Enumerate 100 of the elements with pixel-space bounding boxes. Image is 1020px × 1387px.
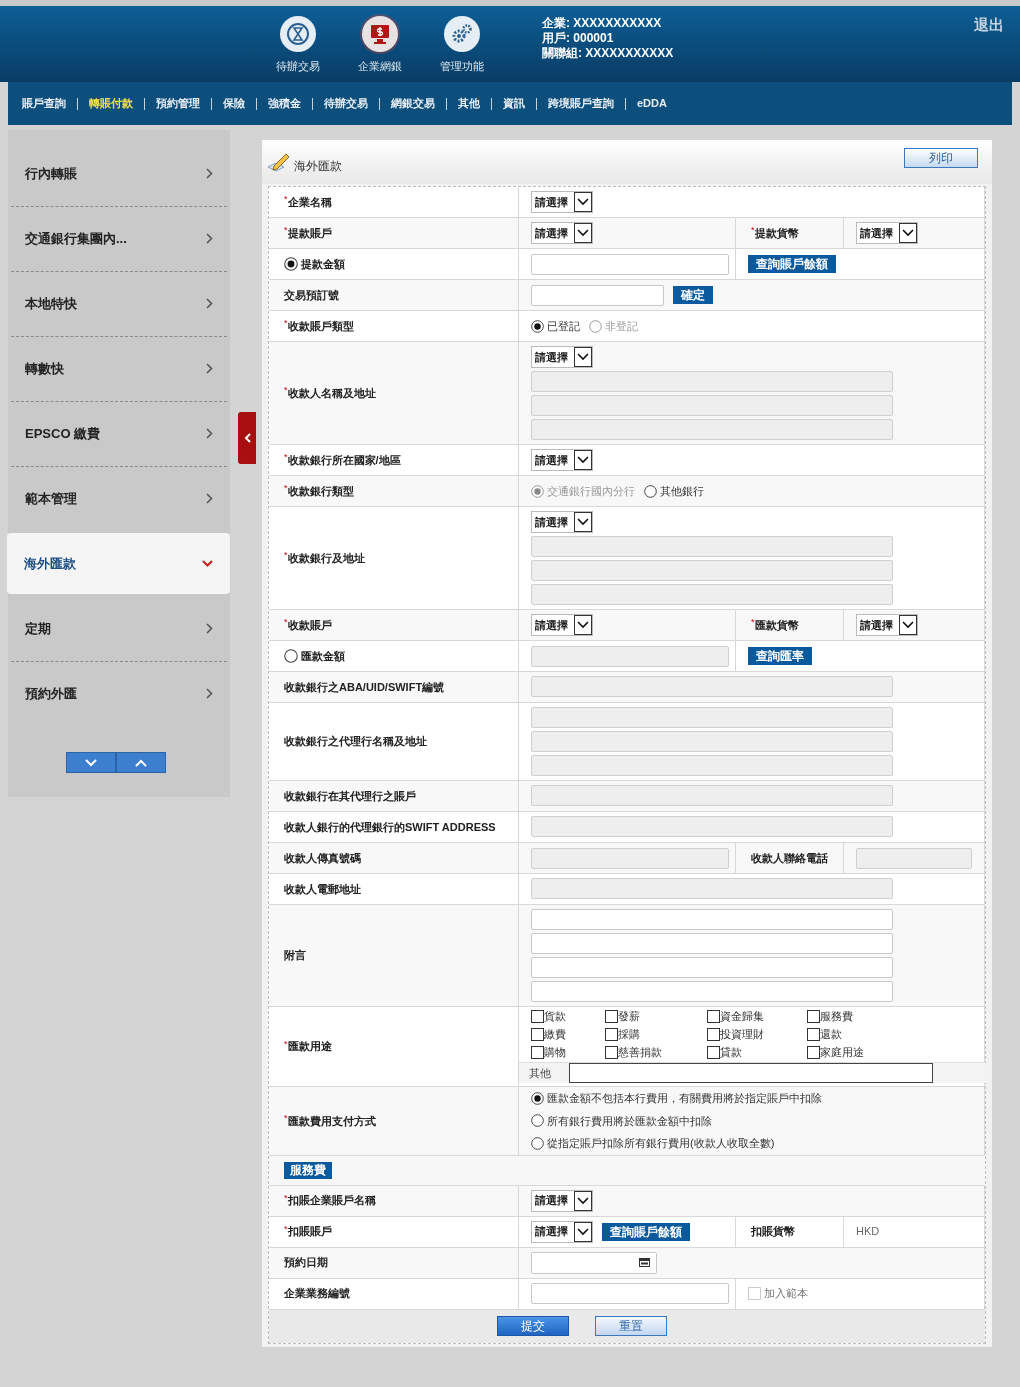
scroll-down-button[interactable]	[66, 752, 116, 773]
action-button[interactable]: 查詢匯率	[748, 647, 812, 665]
checkbox-option[interactable]: 還款	[807, 1028, 927, 1041]
required-mark: *	[284, 616, 288, 628]
field-label: 交易預訂號	[284, 287, 339, 303]
dropdown[interactable]: 請選擇	[531, 511, 593, 533]
checkbox-option[interactable]: 服務費	[807, 1010, 927, 1023]
dropdown[interactable]: 請選擇	[531, 1220, 593, 1243]
user-info: 關聯組: XXXXXXXXXXX	[542, 46, 674, 61]
required-mark: *	[284, 1037, 288, 1049]
checkbox-option[interactable]: 貸款	[707, 1046, 807, 1059]
chevron-up-icon	[135, 758, 147, 767]
action-button[interactable]: 查詢賬戶餘額	[602, 1222, 690, 1241]
caret-icon	[577, 621, 589, 629]
form-button[interactable]: 重置	[595, 1316, 667, 1336]
sidebar-item[interactable]: 定期	[8, 598, 230, 659]
nav-tab[interactable]: 預約管理	[156, 95, 200, 112]
radio-option[interactable]: 其他銀行	[644, 482, 704, 500]
field-label: 提款貨幣	[754, 225, 799, 241]
nav-tab[interactable]: 網銀交易	[391, 95, 435, 112]
caret-icon	[577, 353, 589, 361]
dropdown[interactable]: 請選擇	[531, 191, 593, 213]
dropdown[interactable]: 請選擇	[531, 1189, 593, 1212]
nav-tab[interactable]: 保險	[223, 95, 245, 112]
required-mark: *	[751, 224, 755, 236]
sidebar-item[interactable]: 範本管理	[8, 468, 230, 529]
checkbox-option[interactable]: 購物	[531, 1046, 605, 1059]
chevron-right-icon	[206, 168, 213, 179]
panel-title: 海外匯款	[294, 158, 342, 175]
checkbox-option[interactable]: 慈善捐款	[605, 1046, 707, 1059]
nav-tab[interactable]: 賬戶查詢	[22, 95, 66, 112]
sidebar-item[interactable]: 交通銀行集團內...	[8, 208, 230, 269]
chevron-right-icon	[206, 233, 213, 244]
nav-tab[interactable]: 待辦交易	[324, 95, 368, 112]
required-mark: *	[284, 384, 288, 396]
app-shortcut[interactable]: 企業網銀	[358, 16, 402, 82]
nav-tab[interactable]: 其他	[458, 95, 480, 112]
chevron-left-icon	[243, 433, 251, 443]
field-label: 匯款用途	[287, 1039, 332, 1055]
required-mark: *	[284, 549, 288, 561]
nav-tab[interactable]: 強積金	[268, 95, 301, 112]
app-shortcut[interactable]: 管理功能	[440, 16, 484, 82]
field-label: 收款銀行類型	[287, 483, 354, 499]
dropdown[interactable]: 請選擇	[856, 614, 918, 636]
checkbox-option[interactable]: 投資理財	[707, 1028, 807, 1041]
section-label: 服務費	[284, 1161, 332, 1179]
radio-option[interactable]: 所有銀行費用將於匯款金額中扣除	[531, 1112, 972, 1129]
checkbox-option[interactable]: 採購	[605, 1028, 707, 1041]
dropdown[interactable]: 請選擇	[531, 346, 593, 368]
required-mark: *	[284, 1191, 288, 1203]
logout-link[interactable]: 退出	[974, 14, 1004, 34]
other-label: 其他	[529, 1065, 552, 1081]
field-label: 收款銀行在其代理行之賬戶	[284, 788, 416, 804]
dropdown[interactable]: 請選擇	[531, 614, 593, 636]
date-field[interactable]	[531, 1251, 657, 1274]
checkbox-option[interactable]: 家庭用途	[807, 1046, 927, 1059]
user-info: 用戶: 000001	[542, 31, 615, 46]
nav-tab[interactable]: 資訊	[503, 95, 525, 112]
radio-option[interactable]: 匯款金額不包括本行費用，有關費用將於指定賬戶中扣除	[531, 1090, 972, 1107]
field-label: 企業業務編號	[284, 1286, 350, 1302]
nav-tab[interactable]: 跨境賬戶查詢	[548, 95, 614, 112]
checkbox-option[interactable]: 繳費	[531, 1028, 605, 1041]
user-info: 企業: XXXXXXXXXXX	[542, 16, 663, 31]
calendar-icon	[639, 1258, 650, 1267]
print-button[interactable]: 列印	[904, 148, 978, 168]
dropdown[interactable]: 請選擇	[856, 222, 918, 244]
sidebar-item[interactable]: 海外匯款	[7, 533, 230, 594]
checkbox-option[interactable]: 發薪	[605, 1010, 707, 1023]
sidebar-item[interactable]: 行內轉賬	[8, 143, 230, 204]
required-mark: *	[284, 193, 288, 205]
required-mark: *	[284, 317, 288, 329]
nav-tab[interactable]: eDDA	[637, 95, 667, 112]
caret-icon	[577, 198, 589, 206]
sidebar-item[interactable]: 本地特快	[8, 273, 230, 334]
dropdown[interactable]: 請選擇	[531, 449, 593, 471]
dropdown[interactable]: 請選擇	[531, 222, 593, 244]
field-label: 收款銀行及地址	[287, 550, 365, 566]
radio-option[interactable]: 從指定賬戶扣除所有銀行費用(收款人收取全數)	[531, 1135, 972, 1152]
app-shortcut[interactable]: 待辦交易	[276, 16, 320, 82]
sidebar-item[interactable]: EPSCO 繳費	[8, 403, 230, 464]
input-field[interactable]	[569, 1063, 933, 1083]
action-button[interactable]: 確定	[673, 286, 713, 304]
required-mark: *	[284, 1222, 288, 1234]
caret-icon	[577, 456, 589, 464]
caret-icon	[577, 1196, 589, 1205]
nav-tab[interactable]: 轉賬付款	[89, 95, 133, 112]
form-button[interactable]: 提交	[497, 1316, 569, 1336]
sidebar-item[interactable]: 轉數快	[8, 338, 230, 399]
field-label: 提款金額	[301, 256, 345, 272]
checkbox-option[interactable]: 貨款	[531, 1010, 605, 1023]
caret-icon	[577, 518, 589, 526]
scroll-up-button[interactable]	[116, 752, 166, 773]
action-button[interactable]: 查詢賬戶餘額	[748, 255, 836, 273]
radio-option[interactable]: 已登記	[531, 317, 580, 335]
collapse-tab[interactable]	[238, 412, 256, 464]
chevron-right-icon	[206, 688, 213, 699]
chevron-right-icon	[206, 363, 213, 374]
checkbox-option[interactable]: 資金歸集	[707, 1010, 807, 1023]
chevron-down-icon	[85, 758, 97, 767]
sidebar-item[interactable]: 預約外匯	[8, 663, 230, 724]
